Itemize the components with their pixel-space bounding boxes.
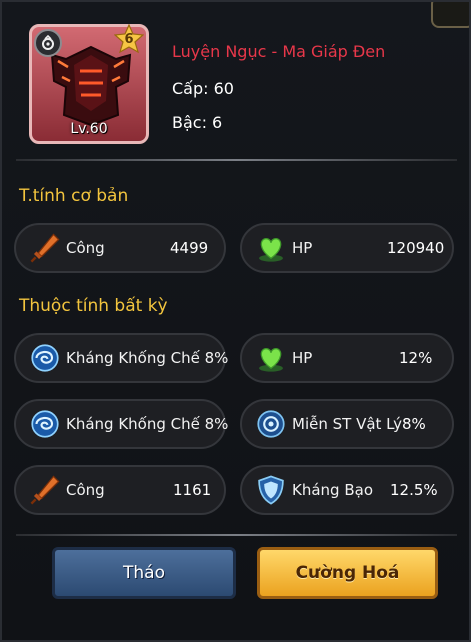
divider: [16, 534, 457, 536]
stat-label: Kháng Bạo: [292, 481, 373, 499]
random-stat-physical-reduction: Miễn ST Vật Lý 8%: [240, 399, 454, 449]
random-stat-crit-resist: Kháng Bạo 12.5%: [240, 465, 454, 515]
item-detail-panel: Lv.60 6 Luyện Ngục - Ma Giáp Đen Cấp: 60…: [0, 0, 471, 642]
stat-label: Công: [66, 239, 105, 257]
star-count: 6: [124, 32, 134, 47]
unequip-button[interactable]: Tháo: [52, 547, 236, 599]
sword-icon: [28, 473, 62, 507]
item-level-text: Cấp: 60: [172, 79, 234, 98]
stat-value: 12%: [399, 349, 433, 367]
control-resist-icon: [28, 407, 62, 441]
stat-value: 8%: [402, 415, 426, 433]
base-stat-attack: Công 4499: [14, 223, 226, 273]
item-card-level: Lv.60: [70, 121, 108, 137]
physical-shield-icon: [254, 407, 288, 441]
random-stat-control-resist: Kháng Khống Chế 8%: [14, 333, 229, 383]
armor-icon: [50, 45, 132, 127]
random-stats-title: Thuộc tính bất kỳ: [19, 296, 168, 316]
stat-label: Kháng Khống Chế 8%: [66, 349, 229, 367]
stat-value: 120940: [387, 239, 445, 257]
item-name: Luyện Ngục - Ma Giáp Đen: [172, 42, 386, 61]
stat-label: HP: [292, 349, 313, 367]
stat-label: Kháng Khống Chế 8%: [66, 415, 229, 433]
stat-label: HP: [292, 239, 313, 257]
corner-ornament: [431, 2, 469, 28]
heart-icon: [254, 341, 288, 375]
stat-value: 4499: [170, 239, 209, 257]
upgrade-button[interactable]: Cường Hoá: [257, 547, 438, 599]
stat-label: Công: [66, 481, 105, 499]
stat-value: 12.5%: [390, 481, 438, 499]
random-stat-hp: HP 12%: [240, 333, 454, 383]
divider: [16, 159, 457, 161]
crit-resist-shield-icon: [254, 473, 288, 507]
random-stat-attack: Công 1161: [14, 465, 226, 515]
heart-icon: [254, 231, 288, 265]
lock-badge-icon[interactable]: [34, 29, 62, 57]
item-tier-text: Bậc: 6: [172, 113, 223, 132]
stat-value: 1161: [173, 481, 212, 499]
base-stats-title: T.tính cơ bản: [19, 186, 129, 206]
sword-icon: [28, 231, 62, 265]
stat-label: Miễn ST Vật Lý: [292, 415, 403, 433]
control-resist-icon: [28, 341, 62, 375]
random-stat-control-resist: Kháng Khống Chế 8%: [14, 399, 229, 449]
star-badge-icon: 6: [113, 23, 145, 54]
base-stat-hp: HP 120940: [240, 223, 454, 273]
